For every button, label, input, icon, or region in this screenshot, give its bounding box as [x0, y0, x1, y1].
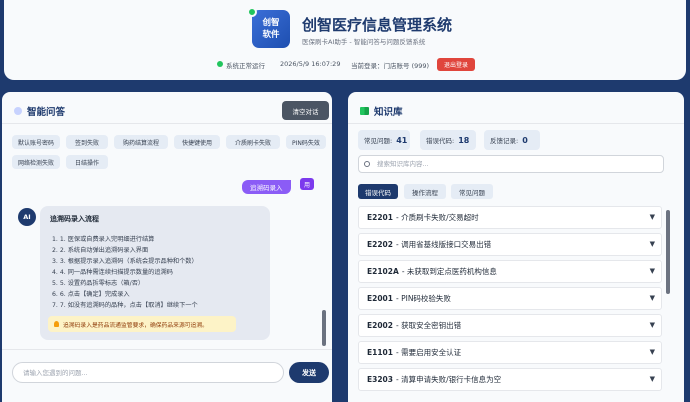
kb-item[interactable]: E2201 - 介质刷卡失败/交易超时 ▼: [358, 206, 662, 229]
logo-status-badge: [247, 7, 257, 17]
quick-chip[interactable]: PIN码失效: [286, 135, 326, 149]
book-icon: [360, 107, 369, 115]
kb-item-code: E2001: [367, 294, 393, 303]
kb-stats: 常见问题: 41 错误代码: 18 反馈记录: 0: [358, 130, 678, 150]
kb-item[interactable]: E2001 - PIN码校验失败 ▼: [358, 287, 662, 310]
kb-item-desc: - 未获取到定点医药机构信息: [401, 267, 497, 276]
kb-item-code: E3203: [367, 375, 393, 384]
quick-chip[interactable]: 购药结算流程: [114, 135, 168, 149]
quick-chip[interactable]: 签到失败: [66, 135, 108, 149]
divider: [2, 349, 332, 350]
ai-message: 追溯码录入流程 1. 1. 医保或自费录入完明细进行结算 2. 2. 系统自动弹…: [40, 206, 270, 340]
chevron-down-icon: ▼: [649, 240, 655, 248]
current-login: 当前登录：门店账号 (999): [351, 62, 430, 70]
stat-feedback: 反馈记录: 0: [484, 130, 540, 150]
status-dot-icon: [217, 61, 223, 67]
user-avatar: 用: [300, 178, 314, 190]
kb-item-desc: - 介质刷卡失败/交易超时: [396, 213, 479, 222]
quick-chip[interactable]: 默认账号密码: [12, 135, 60, 149]
ai-step: 7. 7. 如没有追溯码的品种，点击【取消】继续下一个: [52, 302, 198, 309]
kb-item-desc: - 获取安全密钥出错: [396, 321, 462, 330]
status-bar: 系统正常运行 2026/5/9 16:07:29 当前登录：门店账号 (999)…: [4, 58, 686, 72]
chevron-down-icon: ▼: [649, 294, 655, 302]
kb-item-code: E2202: [367, 240, 393, 249]
kb-title-label: 知识库: [374, 107, 403, 118]
kb-item[interactable]: E2202 - 调用省基线版接口交易出错 ▼: [358, 233, 662, 256]
ai-step: 2. 2. 系统自动弹出追溯码录入界面: [52, 247, 149, 254]
logo-text: 创智 软件: [262, 18, 280, 40]
system-status: 系统正常运行: [226, 62, 265, 70]
kb-item[interactable]: E3203 - 清算申请失败/银行卡信息为空 ▼: [358, 368, 662, 391]
stat-value: 0: [522, 135, 528, 145]
chevron-down-icon: ▼: [649, 213, 655, 221]
chat-scrollbar[interactable]: [322, 310, 326, 346]
stat-label: 反馈记录:: [490, 137, 519, 145]
chat-input[interactable]: [12, 362, 284, 383]
divider: [2, 123, 332, 124]
chat-panel: 智能问答 清空对话 默认账号密码 签到失败 购药结算流程 快捷键使用 介质刷卡失…: [2, 92, 332, 402]
kb-item-desc: - 调用省基线版接口交易出错: [396, 240, 492, 249]
ai-message-title: 追溯码录入流程: [50, 215, 99, 223]
kb-scrollbar[interactable]: [666, 210, 670, 294]
kb-panel-title: 知识库: [360, 104, 403, 118]
kb-item-code: E2201: [367, 213, 393, 222]
chevron-down-icon: ▼: [649, 348, 655, 356]
current-datetime: 2026/5/9 16:07:29: [280, 60, 341, 68]
kb-item-desc: - 需要启用安全认证: [396, 348, 462, 357]
kb-item[interactable]: E1101 - 需要启用安全认证 ▼: [358, 341, 662, 364]
quick-chip[interactable]: 快捷键使用: [174, 135, 220, 149]
lightbulb-icon: [54, 321, 59, 327]
chat-bubble-icon: [14, 107, 22, 115]
page-subtitle: 医保刷卡AI助手 - 智能问答与问题反馈系统: [302, 38, 426, 46]
quick-chip[interactable]: 网络检测失败: [12, 155, 60, 169]
app-logo: 创智 软件: [252, 10, 290, 48]
stat-value: 41: [396, 135, 408, 145]
kb-item-desc: - PIN码校验失败: [396, 294, 451, 303]
quick-chip[interactable]: 介质刷卡失败: [226, 135, 280, 149]
knowledge-base-panel: 知识库 常见问题: 41 错误代码: 18 反馈记录: 0 错误代码 操作流程 …: [348, 92, 684, 402]
ai-step: 3. 3. 根据提示录入追溯码（系统会提示品种和个数）: [52, 258, 198, 265]
ai-step: 5. 5. 设置药品拆零标志（箱/否）: [52, 280, 145, 287]
chevron-down-icon: ▼: [649, 267, 655, 275]
kb-item[interactable]: E2002 - 获取安全密钥出错 ▼: [358, 314, 662, 337]
ai-steps-list: 1. 1. 医保或自费录入完明细进行结算 2. 2. 系统自动弹出追溯码录入界面…: [52, 234, 198, 311]
kb-item-code: E1101: [367, 348, 393, 357]
stat-error-codes: 错误代码: 18: [420, 130, 476, 150]
chat-panel-title: 智能问答: [14, 104, 65, 118]
page-title: 创智医疗信息管理系统: [302, 16, 453, 34]
kb-item[interactable]: E2102A - 未获取到定点医药机构信息 ▼: [358, 260, 662, 283]
tab-procedures[interactable]: 操作流程: [404, 184, 446, 199]
divider: [348, 123, 684, 124]
kb-item-desc: - 清算申请失败/银行卡信息为空: [396, 375, 502, 384]
tab-faq[interactable]: 常见问题: [451, 184, 493, 199]
search-icon: [364, 161, 370, 167]
ai-tip: 追溯码录入是药品流通监管要求，确保药品来源可追溯。: [48, 316, 236, 332]
logout-button[interactable]: 退出登录: [437, 58, 475, 71]
ai-step: 1. 1. 医保或自费录入完明细进行结算: [52, 236, 155, 243]
kb-item-code: E2002: [367, 321, 393, 330]
stat-label: 常见问题:: [364, 137, 393, 145]
chat-title-label: 智能问答: [27, 107, 66, 118]
ai-tip-text: 追溯码录入是药品流通监管要求，确保药品来源可追溯。: [63, 322, 208, 329]
chevron-down-icon: ▼: [649, 321, 655, 329]
stat-faq: 常见问题: 41: [358, 130, 410, 150]
clear-chat-button[interactable]: 清空对话: [282, 101, 329, 120]
quick-chip[interactable]: 日结操作: [66, 155, 108, 169]
stat-label: 错误代码:: [426, 137, 455, 145]
tab-error-codes[interactable]: 错误代码: [358, 184, 398, 199]
ai-step: 6. 6. 点击【确定】完成录入: [52, 291, 130, 298]
stat-value: 18: [458, 135, 470, 145]
kb-search-input[interactable]: [358, 155, 664, 173]
kb-item-code: E2102A: [367, 267, 399, 276]
user-message: 追溯码录入: [242, 180, 291, 194]
chevron-down-icon: ▼: [649, 375, 655, 383]
ai-avatar: AI: [18, 208, 36, 226]
ai-step: 4. 4. 同一品种需连续扫描提示数量的追溯码: [52, 269, 173, 276]
app-header: 创智 软件 创智医疗信息管理系统 医保刷卡AI助手 - 智能问答与问题反馈系统 …: [4, 0, 686, 80]
chat-messages: 追溯码录入 用 AI 追溯码录入流程 1. 1. 医保或自费录入完明细进行结算 …: [12, 176, 328, 344]
send-button[interactable]: 发送: [289, 362, 329, 383]
